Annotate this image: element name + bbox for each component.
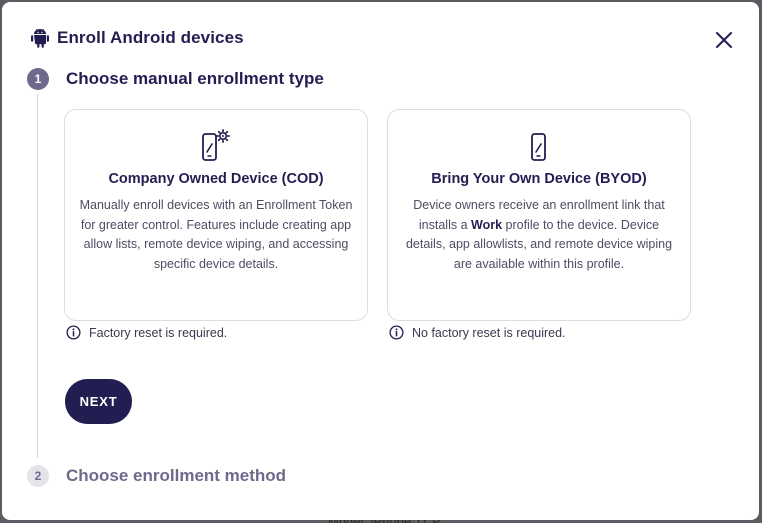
step-number-2: 2: [27, 465, 49, 487]
enroll-android-dialog: Enroll Android devices 1 Choose manual e…: [2, 2, 759, 520]
info-icon: [66, 325, 81, 340]
note-cod: Factory reset is required.: [66, 325, 227, 340]
next-button[interactable]: NEXT: [65, 379, 132, 424]
phone-gear-icon: [202, 129, 230, 161]
dialog-title: Enroll Android devices: [57, 28, 244, 47]
option-title-byod: Bring Your Own Device (BYOD): [431, 171, 647, 187]
option-description-cod: Manually enroll devices with an Enrollme…: [79, 198, 353, 271]
dialog-header: Enroll Android devices: [31, 28, 244, 48]
description-bold-work: Work: [471, 217, 503, 232]
option-card-byod[interactable]: Bring Your Own Device (BYOD) Device owne…: [387, 109, 691, 321]
note-byod: No factory reset is required.: [389, 325, 566, 340]
android-icon: [31, 28, 49, 48]
info-icon: [389, 325, 404, 340]
step-number-1: 1: [27, 68, 49, 90]
note-text-byod: No factory reset is required.: [412, 325, 566, 340]
step-title-2[interactable]: Choose enrollment method: [66, 466, 286, 486]
note-text-cod: Factory reset is required.: [89, 325, 228, 340]
stepper-connector: [37, 94, 38, 458]
close-icon: [716, 32, 732, 48]
option-title-cod: Company Owned Device (COD): [108, 171, 324, 187]
phone-icon: [531, 133, 546, 161]
option-description-byod: Device owners receive an enrollment link…: [402, 196, 676, 274]
step-title-1: Choose manual enrollment type: [66, 69, 324, 88]
close-button[interactable]: [712, 28, 736, 52]
option-card-cod[interactable]: Company Owned Device (COD) Manually enro…: [64, 109, 368, 321]
